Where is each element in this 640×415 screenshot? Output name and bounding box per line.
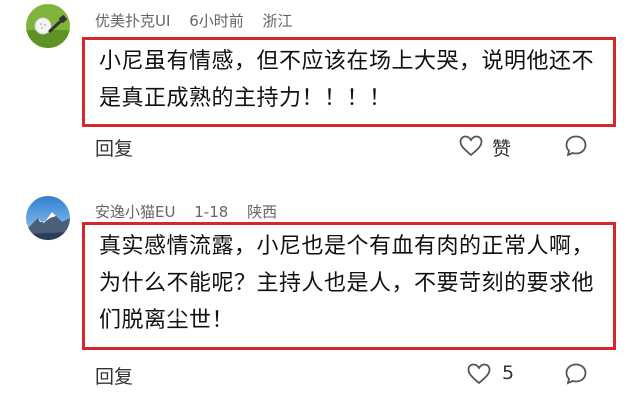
username[interactable]: 优美扑克UI: [95, 12, 170, 30]
reply-button[interactable]: 回复: [95, 362, 133, 389]
comment-location: 浙江: [262, 12, 293, 30]
username[interactable]: 安逸小猫EU: [95, 203, 175, 221]
comment-actions: 回复 5: [0, 356, 640, 392]
user-avatar[interactable]: [26, 196, 70, 240]
comment-item-1: 优美扑克UI 6小时前 浙江 小尼虽有情感，但不应该在场上大哭，说明他还不是真正…: [0, 0, 640, 190]
comment-icon[interactable]: [563, 133, 589, 159]
comment-time: 1-18: [194, 203, 229, 221]
heart-icon[interactable]: [458, 133, 484, 159]
comment-text: 真实感情流露，小尼也是个有血有肉的正常人啊，为什么不能呢？主持人也是人，不要苛刻…: [82, 222, 616, 350]
comment-meta: 优美扑克UI 6小时前 浙江: [95, 10, 307, 31]
comment-item-2: 安逸小猫EU 1-18 陕西 真实感情流露，小尼也是个有血有肉的正常人啊，为什么…: [0, 192, 640, 415]
heart-icon[interactable]: [466, 361, 492, 387]
comment-meta: 安逸小猫EU 1-18 陕西: [95, 201, 291, 222]
reply-button[interactable]: 回复: [95, 134, 133, 161]
comment-location: 陕西: [247, 203, 278, 221]
comment-icon[interactable]: [563, 361, 589, 387]
comment-actions: 回复 赞: [0, 128, 640, 164]
mountain-avatar-icon: [26, 196, 70, 240]
comment-text: 小尼虽有情感，但不应该在场上大哭，说明他还不是真正成熟的主持力！！！！: [82, 37, 616, 127]
like-label[interactable]: 赞: [492, 134, 511, 161]
comment-time: 6小时前: [189, 12, 244, 30]
user-avatar[interactable]: [26, 4, 70, 48]
like-count: 5: [502, 362, 515, 384]
golf-avatar-icon: [26, 4, 70, 48]
